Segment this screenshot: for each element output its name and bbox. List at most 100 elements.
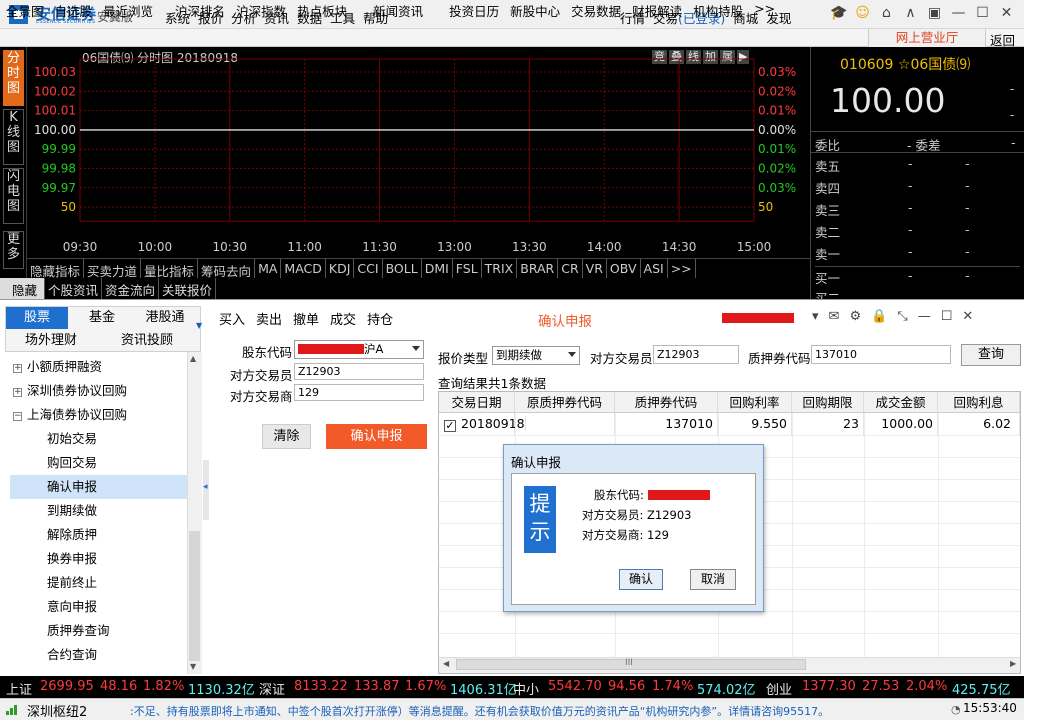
col-repo-interest[interactable]: 回购利息: [938, 392, 1020, 412]
ind-vr[interactable]: VR: [583, 259, 607, 278]
col-repo-term[interactable]: 回购期限: [792, 392, 864, 412]
chevron-up-icon[interactable]: ∧: [902, 5, 919, 22]
ind-cr[interactable]: CR: [558, 259, 583, 278]
scroll-left-icon[interactable]: ◀: [443, 659, 449, 668]
tree-group-small-pledge[interactable]: + 小额质押融资: [13, 356, 102, 378]
restore-icon[interactable]: ☐: [941, 309, 953, 324]
dialog-cancel-button[interactable]: 取消: [690, 569, 736, 590]
col-amount[interactable]: 成交金额: [864, 392, 938, 412]
tab-advisory[interactable]: 资讯投顾: [110, 330, 184, 352]
minimize-icon[interactable]: —: [950, 5, 967, 22]
holder-code-select[interactable]: 沪A: [294, 340, 424, 359]
tab-otc-wealth[interactable]: 场外理财: [14, 330, 88, 352]
ind-macd[interactable]: MACD: [281, 259, 326, 278]
tree-item-intent[interactable]: 意向申报: [47, 595, 97, 619]
nav-watchlist[interactable]: 自选股: [55, 1, 93, 20]
nav-ranking[interactable]: 沪深排名: [175, 1, 225, 20]
ind-fsl[interactable]: FSL: [453, 259, 482, 278]
nav-institutions[interactable]: 机构持股: [693, 1, 743, 20]
col-repo-rate[interactable]: 回购利率: [718, 392, 792, 412]
tree-item-pledge-query[interactable]: 质押券查询: [47, 619, 110, 643]
info-stock-news[interactable]: 个股资讯: [45, 278, 103, 299]
ind-boll[interactable]: BOLL: [383, 259, 422, 278]
tree-item-release-pledge[interactable]: 解除质押: [47, 523, 97, 547]
tree-item-confirm-declaration[interactable]: 确认申报: [10, 475, 193, 499]
tree-group-sz-repo[interactable]: + 深圳债券协议回购: [13, 380, 127, 402]
tab-deals[interactable]: 成交: [330, 309, 356, 328]
tabs-dropdown-icon[interactable]: ▼: [196, 321, 202, 330]
scroll-up-icon[interactable]: ▲: [190, 354, 196, 363]
query-bond-input[interactable]: 137010: [811, 345, 951, 364]
star-icon[interactable]: ☆: [898, 57, 911, 73]
dealer-input[interactable]: 129: [294, 384, 424, 401]
tab-more[interactable]: 更多: [3, 231, 24, 269]
nav-reports[interactable]: 财报解读: [632, 1, 682, 20]
shirt-skin-icon[interactable]: ⌂: [878, 5, 895, 22]
nav-index[interactable]: 沪深指数: [236, 1, 286, 20]
ticker-sz-label[interactable]: 深证: [259, 679, 285, 698]
tree-item-contract-query[interactable]: 合约查询: [47, 643, 97, 667]
ind-more[interactable]: >>: [668, 259, 696, 278]
tab-hk-connect[interactable]: 港股通: [134, 307, 196, 329]
tree-item-initial-trade[interactable]: 初始交易: [47, 427, 97, 451]
graduation-cap-icon[interactable]: 🎓: [830, 5, 847, 22]
nav-more[interactable]: >>: [754, 1, 775, 20]
intraday-chart[interactable]: 100.03 0.03% 100.02 0.02% 100.01 0.01% 100.00 0…: [27, 47, 810, 258]
clear-button[interactable]: 清除: [262, 424, 311, 449]
nav-calendar[interactable]: 投资日历: [449, 1, 499, 20]
tab-kline[interactable]: K线图: [3, 109, 24, 165]
ticker-zx-label[interactable]: 中小: [513, 679, 539, 698]
tab-funds[interactable]: 基金: [71, 307, 133, 329]
tab-stocks[interactable]: 股票: [6, 307, 68, 329]
chat-bubble-icon[interactable]: ☺: [854, 5, 871, 22]
query-button[interactable]: 查询: [961, 344, 1021, 366]
nav-hot-sectors[interactable]: 热点板块: [297, 1, 347, 20]
mail-icon[interactable]: ✉: [829, 309, 840, 324]
restore-icon[interactable]: ▣: [926, 5, 943, 22]
ind-hide[interactable]: 隐藏指标: [27, 259, 85, 279]
resize-icon[interactable]: ⤡: [897, 309, 907, 324]
tab-positions[interactable]: 持仓: [367, 309, 393, 328]
expand-icon[interactable]: +: [13, 364, 22, 373]
close-icon[interactable]: ✕: [998, 5, 1015, 22]
query-trader-input[interactable]: Z12903: [653, 345, 739, 364]
tab-buy[interactable]: 买入: [219, 309, 245, 328]
col-trade-date[interactable]: 交易日期: [439, 392, 515, 412]
tab-intraday[interactable]: 分时图: [3, 50, 24, 106]
tab-flash[interactable]: 闪电图: [3, 168, 24, 224]
dialog-ok-button[interactable]: 确认: [619, 569, 663, 590]
tree-item-early-termination[interactable]: 提前终止: [47, 571, 97, 595]
ind-volume-ratio[interactable]: 量比指标: [141, 259, 199, 279]
ind-kdj[interactable]: KDJ: [326, 259, 355, 278]
expand-icon[interactable]: +: [13, 388, 22, 397]
maximize-icon[interactable]: ☐: [974, 5, 991, 22]
minimize-icon[interactable]: —: [918, 309, 931, 324]
settings-icon[interactable]: ⚙: [849, 309, 861, 324]
ind-ma[interactable]: MA: [255, 259, 282, 278]
ind-chips[interactable]: 筹码去向: [198, 259, 256, 279]
nav-news[interactable]: 新闻资讯: [373, 1, 423, 20]
ind-trix[interactable]: TRIX: [482, 259, 518, 278]
ind-asi[interactable]: ASI: [641, 259, 668, 278]
info-related-quotes[interactable]: 关联报价: [159, 278, 217, 299]
ind-dmi[interactable]: DMI: [422, 259, 453, 278]
checkbox-checked-icon[interactable]: ✓: [444, 420, 456, 432]
tab-sell[interactable]: 卖出: [256, 309, 282, 328]
table-row[interactable]: ✓ 20180918 137010 9.550 23 1000.00 6.02: [439, 413, 1020, 435]
ind-obv[interactable]: OBV: [607, 259, 641, 278]
grid-h-scroll-thumb[interactable]: III: [456, 658, 806, 670]
ind-force[interactable]: 买卖力道: [84, 259, 142, 279]
scroll-down-icon[interactable]: ▼: [190, 662, 196, 671]
collapse-arrow-icon[interactable]: ◂: [203, 482, 208, 492]
chevron-down-icon[interactable]: ▾: [812, 309, 819, 324]
lock-icon[interactable]: 🔒: [871, 309, 887, 324]
server-name[interactable]: 深圳枢纽2: [27, 701, 87, 720]
nav-trade-data[interactable]: 交易数据: [571, 1, 621, 20]
tree-item-swap[interactable]: 换券申报: [47, 547, 97, 571]
close-icon[interactable]: ✕: [962, 309, 973, 324]
info-hide[interactable]: 隐藏: [0, 278, 46, 299]
ind-brar[interactable]: BRAR: [517, 259, 559, 278]
ticker-cy-label[interactable]: 创业: [766, 679, 792, 698]
info-capital-flow[interactable]: 资金流向: [102, 278, 160, 299]
nav-panorama[interactable]: 全景图: [6, 1, 44, 20]
